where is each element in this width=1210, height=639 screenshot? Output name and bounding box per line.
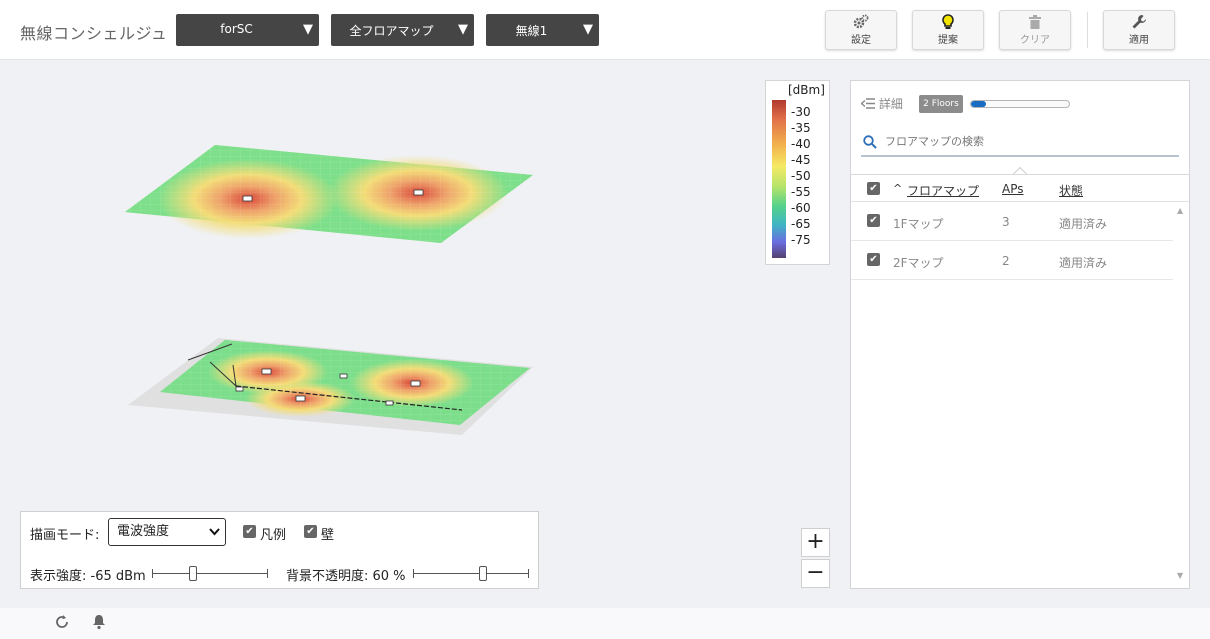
column-status[interactable]: 状態	[1059, 182, 1083, 199]
legend-color-bar	[772, 100, 786, 258]
caret-down-icon: ▼	[583, 22, 593, 37]
app-title: 無線コンシェルジュ	[20, 24, 168, 43]
trash-icon	[1000, 11, 1070, 31]
clear-label: クリア	[1020, 35, 1050, 46]
opacity-slider[interactable]	[413, 566, 529, 581]
settings-button[interactable]: 設定	[825, 10, 897, 50]
slider-track	[152, 573, 268, 574]
floor-status: 適用済み	[1059, 217, 1108, 231]
legend-tick: -55	[791, 185, 811, 199]
slider-end	[413, 569, 414, 578]
floormap-dropdown-label: 全フロアマップ	[349, 24, 434, 38]
legend-tick: -60	[791, 201, 811, 215]
refresh-icon[interactable]	[54, 614, 70, 634]
floor-name: 2Fマップ	[893, 256, 944, 270]
legend-tick: -40	[791, 137, 811, 151]
footer	[0, 608, 1210, 639]
apply-button[interactable]: 適用	[1103, 10, 1175, 50]
legend-tick: -45	[791, 153, 811, 167]
floor-2-plane	[125, 145, 533, 243]
suggest-button[interactable]: 提案	[912, 10, 984, 50]
floor-status: 適用済み	[1059, 256, 1108, 270]
render-controls: 描画モード: 電波強度 ✔ 凡例 ✔ 壁 表示強度: -65 dBm 背景不透明…	[20, 511, 539, 589]
floor-search-input[interactable]	[885, 131, 1165, 151]
legend-unit: [dBm]	[788, 83, 825, 97]
floor-1-plane	[128, 338, 533, 435]
scroll-down-arrow[interactable]: ▼	[1177, 571, 1183, 580]
row-checkbox[interactable]: ✔	[867, 253, 880, 266]
apply-label: 適用	[1129, 35, 1149, 46]
suggest-label: 提案	[938, 35, 958, 46]
zoom-out-button[interactable]: −	[801, 559, 830, 588]
slider-end	[152, 569, 153, 578]
settings-label: 設定	[851, 35, 871, 46]
strength-slider[interactable]	[152, 566, 268, 581]
detail-toggle[interactable]: 詳細	[860, 95, 903, 112]
signal-legend: [dBm] -30 -35 -40 -45 -50 -55 -60 -65 -7…	[765, 80, 830, 265]
lightbulb-icon	[913, 11, 983, 31]
legend-checkbox-label: 凡例	[260, 528, 287, 543]
table-row[interactable]: ✔ 1Fマップ 3 適用済み	[851, 202, 1173, 241]
opacity-label: 背景不透明度: 60 %	[286, 569, 406, 584]
select-all-checkbox[interactable]: ✔	[867, 182, 880, 195]
legend-tick: -35	[791, 121, 811, 135]
ap-count: 2	[1002, 254, 1010, 268]
wireless-dropdown-label: 無線1	[515, 24, 548, 38]
bell-icon[interactable]	[92, 614, 106, 634]
progress-bar	[970, 100, 1070, 108]
slider-end	[267, 569, 268, 578]
legend-tick: -30	[791, 105, 811, 119]
scroll-up-arrow[interactable]: ▲	[1177, 206, 1183, 215]
clear-button[interactable]: クリア	[999, 10, 1071, 50]
wrench-icon	[1104, 11, 1174, 31]
search-icon	[863, 134, 877, 153]
floors-count-badge: 2 Floors	[919, 95, 963, 113]
column-floor-map[interactable]: フロアマップ	[907, 182, 979, 199]
zoom-in-button[interactable]: +	[801, 528, 830, 557]
chevron-down-icon	[209, 519, 220, 555]
site-dropdown-label: forSC	[220, 22, 253, 36]
header: 無線コンシェルジュ forSC ▼ 全フロアマップ ▼ 無線1 ▼ 設定 提案 …	[0, 0, 1210, 60]
floor-search	[861, 127, 1179, 157]
legend-tick: -75	[791, 233, 811, 247]
row-checkbox[interactable]: ✔	[867, 214, 880, 227]
toolbar-divider	[1087, 12, 1088, 48]
site-dropdown[interactable]: forSC ▼	[176, 14, 319, 46]
draw-mode-value: 電波強度	[117, 524, 170, 539]
legend-checkbox[interactable]: ✔	[243, 525, 256, 538]
legend-tick: -50	[791, 169, 811, 183]
strength-slider-thumb[interactable]	[188, 566, 197, 581]
floor-name: 1Fマップ	[893, 217, 944, 231]
wall-checkbox[interactable]: ✔	[304, 525, 317, 538]
floor-list-panel: 詳細 2 Floors ✔ ^ フロアマップ APs 状態 ✔ 1Fマップ 3 …	[850, 80, 1190, 589]
wall-checkbox-label: 壁	[321, 528, 335, 543]
slider-end	[528, 569, 529, 578]
table-row[interactable]: ✔ 2Fマップ 2 適用済み	[851, 241, 1173, 280]
column-aps[interactable]: APs	[1002, 182, 1024, 196]
opacity-slider-thumb[interactable]	[478, 566, 487, 581]
gears-icon	[826, 11, 896, 31]
wireless-dropdown[interactable]: 無線1 ▼	[486, 14, 599, 46]
strength-label: 表示強度: -65 dBm	[30, 569, 146, 584]
floormap-dropdown[interactable]: 全フロアマップ ▼	[331, 14, 474, 46]
collapse-list-icon	[860, 97, 879, 111]
sort-asc-icon: ^	[893, 182, 903, 195]
ap-count: 3	[1002, 215, 1010, 229]
caret-down-icon: ▼	[458, 22, 468, 37]
table-header: ✔ ^ フロアマップ APs 状態	[851, 174, 1189, 202]
caret-down-icon: ▼	[303, 22, 313, 37]
progress-fill	[971, 101, 986, 107]
slider-track	[413, 573, 529, 574]
draw-mode-select[interactable]: 電波強度	[108, 518, 226, 546]
draw-mode-label: 描画モード:	[30, 528, 100, 543]
detail-label: 詳細	[878, 97, 903, 111]
legend-tick: -65	[791, 217, 811, 231]
